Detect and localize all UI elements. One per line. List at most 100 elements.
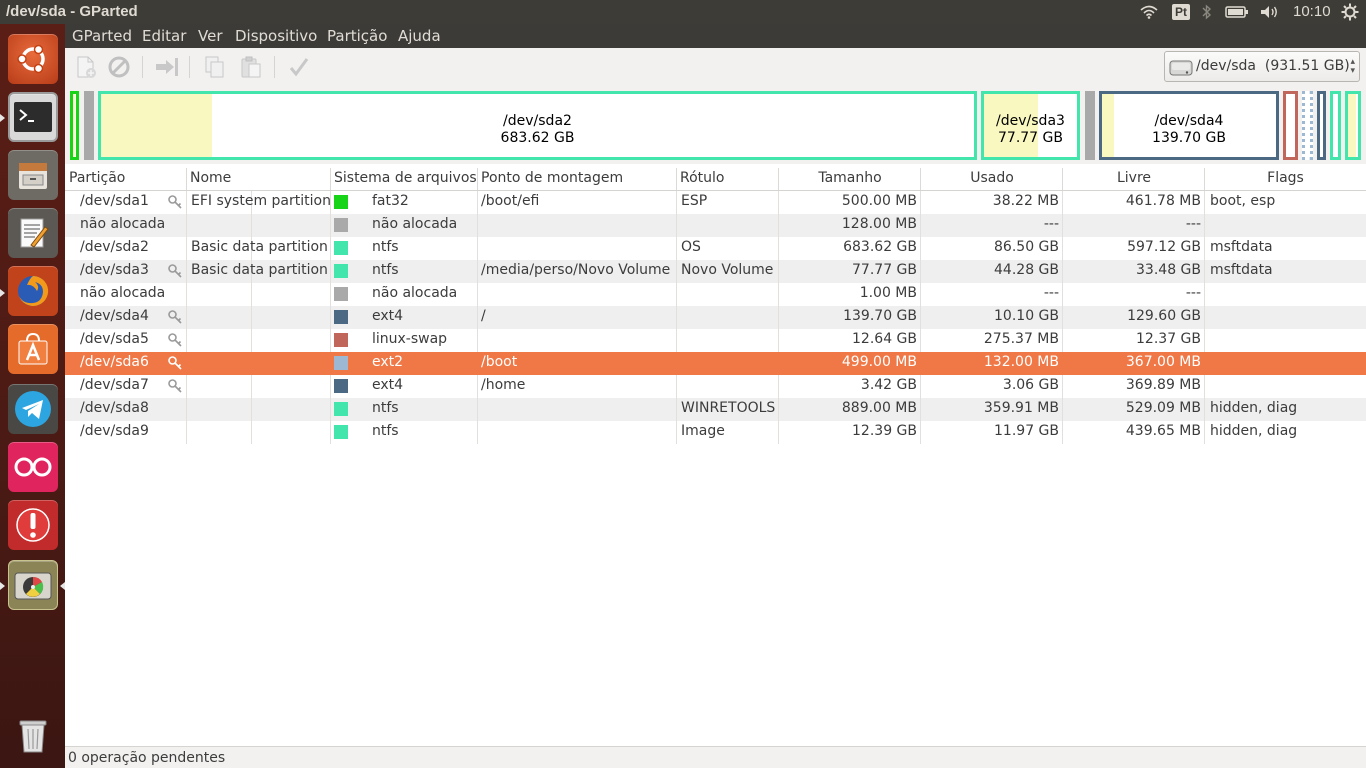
column-separator bbox=[676, 168, 677, 190]
resize-move-button[interactable] bbox=[152, 52, 182, 82]
col-header-rotulo[interactable]: Rótulo bbox=[680, 170, 724, 186]
column-separator bbox=[1204, 191, 1205, 214]
cell-filesystem: fat32 bbox=[372, 193, 409, 209]
table-row[interactable]: /dev/sda6 ext2/boot 499.00 MB 132.00 MB 367.… bbox=[65, 352, 1366, 375]
volume-icon[interactable] bbox=[1258, 0, 1282, 24]
map-sda4[interactable]: /dev/sda4 139.70 GB bbox=[1099, 91, 1279, 160]
menu-gparted[interactable]: GParted bbox=[72, 27, 132, 45]
pending-operations-status: 0 operação pendentes bbox=[68, 750, 226, 766]
col-header-nome[interactable]: Nome bbox=[190, 170, 231, 186]
table-row[interactable]: /dev/sda7 ext4/home 3.42 GB 3.06 GB 369.89 M… bbox=[65, 375, 1366, 398]
cell-mountpoint: /home bbox=[481, 377, 526, 393]
launcher-trash[interactable] bbox=[8, 710, 58, 760]
table-row[interactable]: /dev/sda8 ntfs WINRETOOLS 889.00 MB 359.91 M… bbox=[65, 398, 1366, 421]
table-row[interactable]: não alocada não alocada 1.00 MB --- --- bbox=[65, 283, 1366, 306]
wifi-icon[interactable] bbox=[1138, 0, 1160, 24]
launcher-ubuntu-dash[interactable] bbox=[8, 34, 58, 84]
delete-partition-button[interactable] bbox=[104, 52, 134, 82]
column-separator bbox=[1204, 260, 1205, 283]
menu-editar[interactable]: Editar bbox=[142, 27, 186, 45]
table-row[interactable]: /dev/sda1 EFI system partition fat32/boot/… bbox=[65, 191, 1366, 214]
launcher-error-reporter[interactable] bbox=[8, 500, 58, 550]
table-row[interactable]: /dev/sda5 linux-swap 12.64 GB 275.37 MB 12.3… bbox=[65, 329, 1366, 352]
partition-table: Partição Nome Sistema de arquivos Ponto … bbox=[65, 168, 1366, 746]
launcher-software-center[interactable] bbox=[8, 324, 58, 374]
column-separator bbox=[186, 306, 187, 329]
launcher-terminal[interactable] bbox=[8, 92, 58, 142]
column-separator bbox=[251, 421, 252, 444]
table-row[interactable]: não alocada não alocada 128.00 MB --- --- bbox=[65, 214, 1366, 237]
table-row[interactable]: /dev/sda3 Basic data partition ntfs/media/… bbox=[65, 260, 1366, 283]
map-sda5[interactable] bbox=[1283, 91, 1298, 160]
column-separator bbox=[477, 375, 478, 398]
new-partition-button[interactable] bbox=[71, 52, 101, 82]
device-selector[interactable]: /dev/sda (931.51 GB) ▴ ▾ bbox=[1164, 51, 1360, 82]
table-row[interactable]: /dev/sda2 Basic data partition ntfs OS 683.6… bbox=[65, 237, 1366, 260]
column-separator bbox=[1204, 306, 1205, 329]
menu-particao[interactable]: Partição bbox=[327, 27, 387, 45]
map-sda9[interactable] bbox=[1345, 91, 1361, 160]
col-header-tamanho[interactable]: Tamanho bbox=[779, 170, 921, 186]
bluetooth-icon[interactable] bbox=[1199, 0, 1215, 24]
launcher-telegram[interactable] bbox=[8, 384, 58, 434]
cell-mountpoint: /media/perso/Novo Volume bbox=[481, 262, 671, 278]
lock-key-icon bbox=[168, 195, 182, 209]
launcher-firefox[interactable] bbox=[8, 266, 58, 316]
col-header-particao[interactable]: Partição bbox=[69, 170, 125, 186]
cell-name: Basic data partition bbox=[191, 262, 328, 278]
cell-partition: não alocada bbox=[80, 216, 166, 232]
col-header-flags[interactable]: Flags bbox=[1205, 170, 1366, 186]
col-header-livre[interactable]: Livre bbox=[1063, 170, 1205, 186]
launcher-flickr[interactable] bbox=[8, 442, 58, 492]
table-row[interactable]: /dev/sda9 ntfs Image 12.39 GB 11.97 GB 439.65… bbox=[65, 421, 1366, 444]
launcher-text-editor[interactable] bbox=[8, 208, 58, 258]
cell-used: 38.22 MB bbox=[992, 193, 1059, 209]
map-sda7[interactable] bbox=[1317, 91, 1326, 160]
battery-icon[interactable] bbox=[1223, 0, 1251, 24]
cell-used: --- bbox=[1043, 285, 1059, 301]
column-separator bbox=[477, 168, 478, 190]
clock[interactable]: 10:10 bbox=[1293, 3, 1331, 20]
launcher bbox=[0, 24, 65, 768]
map-sda8[interactable] bbox=[1330, 91, 1341, 160]
keyboard-layout-label: Pt bbox=[1172, 4, 1190, 20]
col-header-ponto-montagem[interactable]: Ponto de montagem bbox=[481, 170, 623, 186]
map-sda1[interactable] bbox=[70, 91, 79, 160]
column-separator bbox=[477, 191, 478, 214]
cell-used: 3.06 GB bbox=[1002, 377, 1059, 393]
menu-ajuda[interactable]: Ajuda bbox=[398, 27, 441, 45]
cell-free: 129.60 GB bbox=[1127, 308, 1201, 324]
col-header-sistema-arquivos[interactable]: Sistema de arquivos bbox=[334, 170, 477, 186]
map-unallocated-2[interactable] bbox=[1085, 91, 1095, 160]
column-separator bbox=[251, 214, 252, 237]
menu-ver[interactable]: Ver bbox=[198, 27, 223, 45]
col-header-usado[interactable]: Usado bbox=[921, 170, 1063, 186]
keyboard-layout-indicator[interactable]: Pt bbox=[1171, 0, 1191, 24]
firefox-icon bbox=[18, 275, 49, 306]
cell-partition: /dev/sda6 bbox=[80, 354, 149, 370]
map-sda2[interactable]: /dev/sda2 683.62 GB bbox=[98, 91, 977, 160]
cell-used: 275.37 MB bbox=[983, 331, 1059, 347]
column-separator bbox=[676, 306, 677, 329]
map-unallocated-1[interactable] bbox=[84, 91, 94, 160]
apply-operations-button[interactable] bbox=[284, 52, 314, 82]
cell-partition: /dev/sda7 bbox=[80, 377, 149, 393]
filesystem-color-swatch bbox=[334, 333, 348, 347]
paste-button[interactable] bbox=[236, 52, 266, 82]
menu-dispositivo[interactable]: Dispositivo bbox=[235, 27, 317, 45]
spinner-arrows-icon: ▴ ▾ bbox=[1350, 57, 1355, 76]
copy-button[interactable] bbox=[200, 52, 230, 82]
column-separator bbox=[477, 398, 478, 421]
map-sda6[interactable] bbox=[1302, 91, 1313, 160]
column-separator bbox=[676, 283, 677, 306]
column-separator bbox=[251, 306, 252, 329]
launcher-file-manager[interactable] bbox=[8, 150, 58, 200]
running-indicator bbox=[0, 582, 5, 590]
trash-icon bbox=[19, 720, 47, 753]
launcher-gparted[interactable] bbox=[8, 560, 58, 610]
column-separator bbox=[676, 329, 677, 352]
table-row[interactable]: /dev/sda4 ext4 / 139.70 GB 10.10 GB 129.60 GB bbox=[65, 306, 1366, 329]
map-sda3[interactable]: /dev/sda3 77.77 GB bbox=[981, 91, 1080, 160]
menubar: GParted Editar Ver Dispositivo Partição … bbox=[65, 24, 1366, 48]
settings-gear-icon[interactable] bbox=[1339, 0, 1361, 24]
